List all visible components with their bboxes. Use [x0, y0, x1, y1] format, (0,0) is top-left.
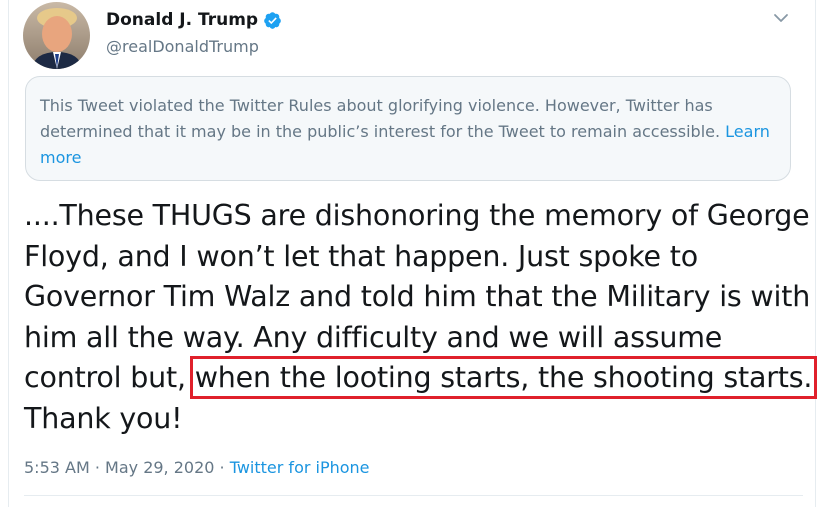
tweet-line: him all the way. Any difficulty and we w… — [24, 320, 723, 354]
tweet-line: control but, when the looting starts, th… — [24, 356, 818, 399]
author-display-name[interactable]: Donald J. Trump — [106, 10, 258, 30]
highlighted-phrase: when the looting starts, the shooting st… — [189, 356, 818, 399]
tweet-line: Thank you! — [24, 401, 183, 435]
meta-separator: · — [89, 458, 106, 477]
tweet-time[interactable]: 5:53 AM — [24, 458, 90, 477]
tweet-metadata: 5:53 AM · May 29, 2020 · Twitter for iPh… — [24, 458, 370, 477]
avatar[interactable] — [23, 2, 90, 69]
profile-photo — [23, 2, 90, 69]
verified-badge-icon — [263, 11, 282, 30]
tweet-card: Donald J. Trump @realDonaldTrump This Tw… — [8, 0, 818, 507]
divider — [24, 495, 803, 496]
author-handle[interactable]: @realDonaldTrump — [106, 37, 259, 56]
tweet-line: Floyd, and I won’t let that happen. Just… — [24, 239, 698, 273]
tweet-source-link[interactable]: Twitter for iPhone — [230, 458, 370, 477]
author-name[interactable]: Donald J. Trump — [106, 10, 282, 30]
tweet-date[interactable]: May 29, 2020 — [105, 458, 214, 477]
tweet-line: ....These THUGS are dishonoring the memo… — [24, 199, 810, 232]
meta-separator: · — [214, 458, 230, 477]
notice-text: This Tweet violated the Twitter Rules ab… — [40, 96, 721, 141]
rules-violation-notice: This Tweet violated the Twitter Rules ab… — [25, 76, 791, 181]
tweet-text: ....These THUGS are dishonoring the memo… — [24, 196, 818, 439]
tweet-line-start: control but, — [24, 361, 195, 394]
tweet-line: Governor Tim Walz and told him that the … — [24, 280, 811, 313]
chevron-down-icon[interactable] — [771, 8, 791, 28]
